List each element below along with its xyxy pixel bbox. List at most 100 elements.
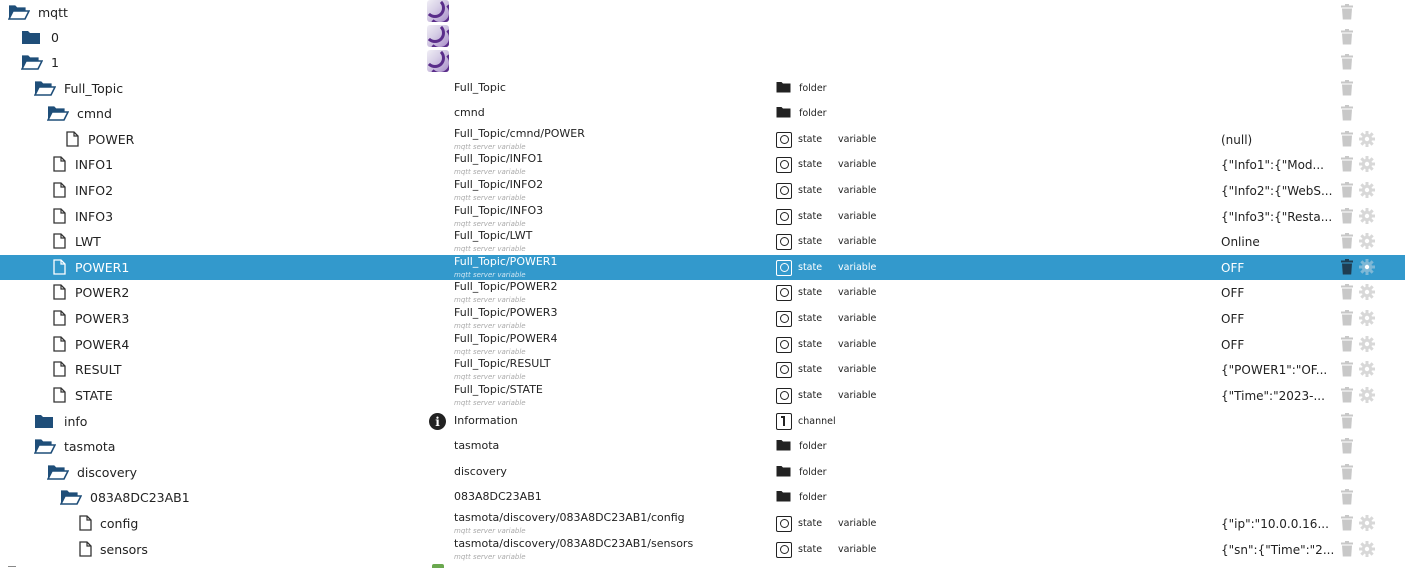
gear-icon[interactable] bbox=[1359, 515, 1375, 531]
object-name[interactable]: STATE bbox=[75, 383, 113, 408]
object-name[interactable]: tasmota bbox=[64, 434, 115, 459]
tree-row[interactable]: Full_Topic Full_Topic folder bbox=[0, 76, 1405, 101]
gear-icon[interactable] bbox=[1359, 208, 1375, 224]
file-icon[interactable] bbox=[53, 336, 66, 356]
tree-row[interactable]: POWER Full_Topic/cmnd/POWER mqtt server va… bbox=[0, 127, 1405, 152]
object-name[interactable]: INFO1 bbox=[75, 152, 113, 177]
tree-row[interactable]: tasmota tasmota folder bbox=[0, 434, 1405, 459]
tree-row[interactable]: 083A8DC23AB1 083A8DC23AB1 folder bbox=[0, 485, 1405, 510]
trash-icon[interactable] bbox=[1340, 54, 1354, 70]
folder-open-icon[interactable] bbox=[59, 489, 83, 509]
folder-open-icon[interactable] bbox=[20, 54, 44, 74]
object-name[interactable]: discovery bbox=[77, 460, 137, 485]
object-value[interactable]: OFF bbox=[1221, 332, 1244, 357]
trash-icon[interactable] bbox=[1340, 541, 1354, 557]
object-name[interactable]: INFO2 bbox=[75, 178, 113, 203]
trash-icon[interactable] bbox=[1340, 131, 1354, 147]
object-value[interactable]: {"Time":"2023-... bbox=[1221, 383, 1325, 408]
object-value[interactable]: OFF bbox=[1221, 255, 1244, 280]
object-value[interactable]: {"sn":{"Time":"2... bbox=[1221, 537, 1334, 562]
file-icon[interactable] bbox=[53, 259, 66, 279]
tree-row[interactable]: discovery discovery folder bbox=[0, 460, 1405, 485]
object-name[interactable]: config bbox=[100, 511, 138, 536]
trash-icon[interactable] bbox=[1340, 259, 1354, 275]
object-name[interactable]: POWER1 bbox=[75, 255, 129, 280]
trash-icon[interactable] bbox=[1340, 105, 1354, 121]
tree-row[interactable]: mqtt bbox=[0, 0, 1405, 25]
gear-icon[interactable] bbox=[1359, 361, 1375, 377]
gear-icon[interactable] bbox=[1359, 310, 1375, 326]
folder-open-icon[interactable] bbox=[33, 438, 57, 458]
folder-open-icon[interactable] bbox=[33, 80, 57, 100]
file-icon[interactable] bbox=[53, 310, 66, 330]
folder-open-icon[interactable] bbox=[7, 4, 31, 24]
trash-icon[interactable] bbox=[1340, 310, 1354, 326]
file-icon[interactable] bbox=[79, 541, 92, 561]
object-value[interactable]: {"Info3":{"Resta... bbox=[1221, 204, 1332, 229]
trash-icon[interactable] bbox=[1340, 413, 1354, 429]
gear-icon[interactable] bbox=[1359, 259, 1375, 275]
tree-row[interactable]: STATE Full_Topic/STATE mqtt server variabl… bbox=[0, 383, 1405, 408]
file-icon[interactable] bbox=[53, 182, 66, 202]
gear-icon[interactable] bbox=[1359, 387, 1375, 403]
tree-row[interactable]: INFO1 Full_Topic/INFO1 mqtt server variabl… bbox=[0, 152, 1405, 177]
folder-icon[interactable] bbox=[34, 413, 54, 433]
trash-icon[interactable] bbox=[1340, 464, 1354, 480]
file-icon[interactable] bbox=[53, 156, 66, 176]
object-name[interactable]: RESULT bbox=[75, 357, 122, 382]
trash-icon[interactable] bbox=[1340, 29, 1354, 45]
folder-open-icon[interactable] bbox=[46, 464, 70, 484]
file-icon[interactable] bbox=[79, 515, 92, 535]
file-icon[interactable] bbox=[53, 284, 66, 304]
tree-row[interactable]: cmnd cmnd folder bbox=[0, 101, 1405, 126]
file-icon[interactable] bbox=[53, 233, 66, 253]
tree-row[interactable]: POWER1 Full_Topic/POWER1 mqtt server varia… bbox=[0, 255, 1405, 280]
folder-open-icon[interactable] bbox=[46, 105, 70, 125]
trash-icon[interactable] bbox=[1340, 336, 1354, 352]
tree-row[interactable]: info i Information channel bbox=[0, 409, 1405, 434]
trash-icon[interactable] bbox=[1340, 80, 1354, 96]
object-name[interactable]: 0 bbox=[51, 25, 59, 50]
object-value[interactable]: {"POWER1":"OF... bbox=[1221, 357, 1327, 382]
object-name[interactable]: 083A8DC23AB1 bbox=[90, 485, 190, 510]
gear-icon[interactable] bbox=[1359, 233, 1375, 249]
trash-icon[interactable] bbox=[1340, 208, 1354, 224]
tree-row[interactable]: 1 bbox=[0, 50, 1405, 75]
tree-row[interactable]: sensors tasmota/discovery/083A8DC23AB1/se… bbox=[0, 537, 1405, 562]
object-value[interactable]: {"Info1":{"Mod... bbox=[1221, 152, 1324, 177]
object-name[interactable]: info bbox=[64, 409, 87, 434]
gear-icon[interactable] bbox=[1359, 131, 1375, 147]
object-value[interactable]: OFF bbox=[1221, 306, 1244, 331]
trash-icon[interactable] bbox=[1340, 489, 1354, 505]
object-name[interactable]: 1 bbox=[51, 50, 59, 75]
object-value[interactable]: Online bbox=[1221, 229, 1260, 254]
object-value[interactable]: {"ip":"10.0.0.16... bbox=[1221, 511, 1329, 536]
gear-icon[interactable] bbox=[1359, 336, 1375, 352]
file-icon[interactable] bbox=[53, 208, 66, 228]
object-name[interactable]: POWER4 bbox=[75, 332, 129, 357]
object-value[interactable]: OFF bbox=[1221, 280, 1244, 305]
trash-icon[interactable] bbox=[1340, 182, 1354, 198]
object-name[interactable]: POWER bbox=[88, 127, 134, 152]
tree-row[interactable]: POWER3 Full_Topic/POWER3 mqtt server varia… bbox=[0, 306, 1405, 331]
tree-row[interactable]: 0 bbox=[0, 25, 1405, 50]
tree-row[interactable]: INFO2 Full_Topic/INFO2 mqtt server variabl… bbox=[0, 178, 1405, 203]
object-name[interactable]: LWT bbox=[75, 229, 101, 254]
tree-row[interactable]: POWER2 Full_Topic/POWER2 mqtt server varia… bbox=[0, 280, 1405, 305]
object-name[interactable]: POWER3 bbox=[75, 306, 129, 331]
trash-icon[interactable] bbox=[1340, 387, 1354, 403]
trash-icon[interactable] bbox=[1340, 233, 1354, 249]
tree-row[interactable]: RESULT Full_Topic/RESULT mqtt server varia… bbox=[0, 357, 1405, 382]
trash-icon[interactable] bbox=[1340, 284, 1354, 300]
tree-row[interactable]: POWER4 Full_Topic/POWER4 mqtt server varia… bbox=[0, 332, 1405, 357]
gear-icon[interactable] bbox=[1359, 541, 1375, 557]
object-value[interactable]: (null) bbox=[1221, 127, 1252, 152]
trash-icon[interactable] bbox=[1340, 4, 1354, 20]
trash-icon[interactable] bbox=[1340, 156, 1354, 172]
gear-icon[interactable] bbox=[1359, 284, 1375, 300]
object-name[interactable]: mqtt bbox=[38, 0, 68, 25]
tree-row[interactable]: config tasmota/discovery/083A8DC23AB1/con… bbox=[0, 511, 1405, 536]
trash-icon[interactable] bbox=[1340, 438, 1354, 454]
folder-icon[interactable] bbox=[21, 29, 41, 49]
trash-icon[interactable] bbox=[1340, 515, 1354, 531]
